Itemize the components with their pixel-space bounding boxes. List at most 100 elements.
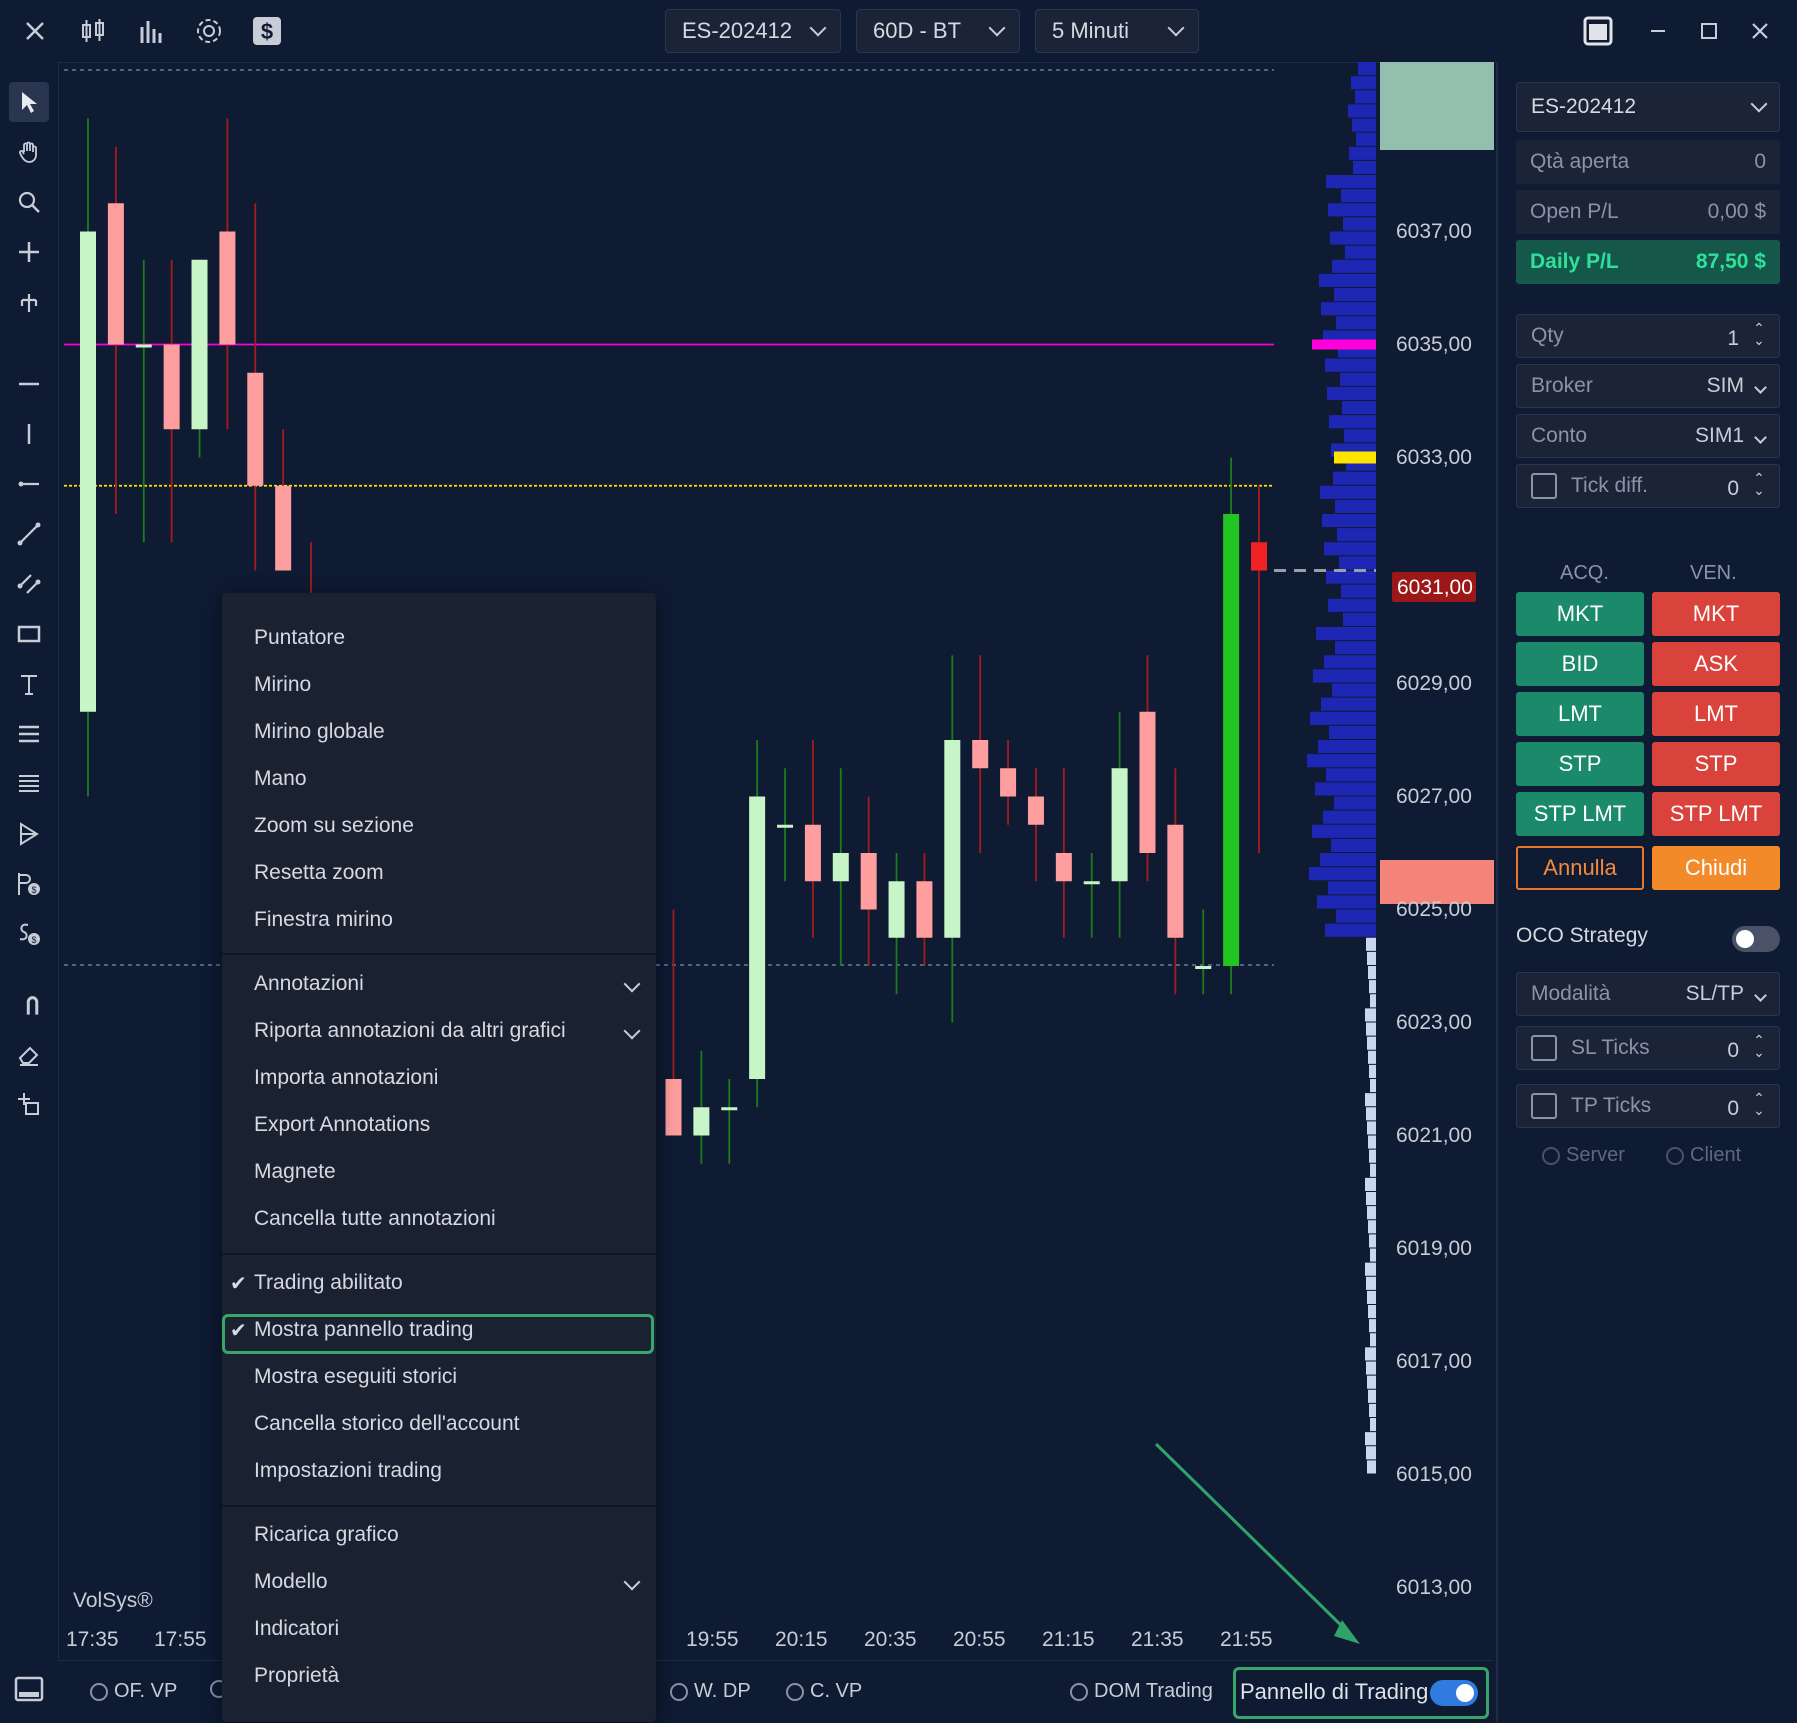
account-dropdown[interactable]: Conto SIM1	[1516, 414, 1780, 458]
add-layer-icon[interactable]	[9, 1084, 49, 1124]
menu-item[interactable]: Export Annotations	[254, 1113, 430, 1137]
menu-item[interactable]: Proprietà	[254, 1664, 339, 1688]
tick-diff-stepper[interactable]: Tick diff. 0 ⌃ ⌄	[1516, 464, 1780, 508]
rectangle-tool-icon[interactable]	[9, 614, 49, 654]
dollar-icon[interactable]: $	[250, 14, 284, 48]
sl-ticks-checkbox[interactable]	[1531, 1035, 1557, 1061]
volume-bar	[1367, 1121, 1376, 1135]
terminal-panel-icon[interactable]	[9, 1670, 49, 1710]
cancel-orders-button[interactable]: Annulla	[1516, 846, 1644, 890]
qty-stepper[interactable]: Qty 1 ⌃ ⌄	[1516, 314, 1780, 358]
maximize-icon[interactable]	[1692, 14, 1726, 48]
volume-bar	[1369, 1319, 1376, 1333]
menu-item[interactable]: Mostra eseguiti storici	[254, 1365, 457, 1389]
sell-ask-button[interactable]: ASK	[1652, 642, 1780, 686]
ray-tool-icon[interactable]	[9, 464, 49, 504]
trend-line-tool-icon[interactable]	[9, 514, 49, 554]
hand-tool-icon[interactable]	[9, 132, 49, 172]
server-radio[interactable]: Server	[1542, 1144, 1625, 1167]
range-dropdown[interactable]: 60D - BT	[856, 9, 1020, 53]
close-position-button[interactable]: Chiudi	[1652, 846, 1780, 890]
volume-bar	[1329, 725, 1376, 739]
crosshair-tool-icon[interactable]	[9, 232, 49, 272]
sl-ticks-stepper[interactable]: SL Ticks 0 ⌃ ⌄	[1516, 1026, 1780, 1070]
text-tool-icon[interactable]	[9, 664, 49, 704]
menu-item[interactable]: Indicatori	[254, 1617, 339, 1641]
fib-extension-tool-icon[interactable]	[9, 764, 49, 804]
panel-toggle-icon[interactable]	[1581, 14, 1615, 48]
open-pl-label: Open P/L	[1530, 200, 1619, 223]
tp-ticks-label: TP Ticks	[1571, 1093, 1652, 1117]
zoom-tool-icon[interactable]	[9, 182, 49, 222]
tp-ticks-stepper[interactable]: TP Ticks 0 ⌃ ⌄	[1516, 1084, 1780, 1128]
buy-stp-lmt-button[interactable]: STP LMT	[1516, 792, 1644, 836]
broker-dropdown[interactable]: Broker SIM	[1516, 364, 1780, 408]
menu-item[interactable]: Trading abilitato	[254, 1271, 403, 1295]
mode-dropdown[interactable]: Modalità SL/TP	[1516, 972, 1780, 1016]
tp-ticks-checkbox[interactable]	[1531, 1093, 1557, 1119]
close-window-icon[interactable]	[1743, 14, 1777, 48]
volume-bar	[1370, 1079, 1376, 1093]
client-radio[interactable]: Client	[1666, 1144, 1741, 1167]
close-chart-icon[interactable]	[18, 14, 52, 48]
buy-stp-button[interactable]: STP	[1516, 742, 1644, 786]
spinner-icon[interactable]: ⌃ ⌄	[1753, 321, 1765, 347]
panel-symbol-dropdown[interactable]: ES-202412	[1516, 82, 1780, 132]
price-axis[interactable]: 6037,00 6035,00 6033,00 6029,00 6027,00 6025,…	[1380, 62, 1494, 1644]
of-vp-toggle[interactable]: OF. VP	[90, 1680, 177, 1703]
short-position-tool-icon[interactable]: $	[9, 914, 49, 954]
horizontal-line-tool-icon[interactable]	[9, 364, 49, 404]
tick-diff-checkbox[interactable]	[1531, 473, 1557, 499]
settings-gear-icon[interactable]	[192, 14, 226, 48]
volume-bar	[1335, 641, 1376, 655]
vertical-line-tool-icon[interactable]	[9, 414, 49, 454]
menu-item[interactable]: Modello	[254, 1570, 328, 1594]
volume-bar	[1365, 1262, 1376, 1276]
fibonacci-tool-icon[interactable]	[9, 714, 49, 754]
sell-stp-button[interactable]: STP	[1652, 742, 1780, 786]
timeframe-dropdown[interactable]: 5 Minuti	[1035, 9, 1199, 53]
menu-item[interactable]: Mirino globale	[254, 720, 385, 744]
long-position-tool-icon[interactable]: $	[9, 864, 49, 904]
eraser-icon[interactable]	[9, 1034, 49, 1074]
menu-item[interactable]: Impostazioni trading	[254, 1459, 442, 1483]
buy-mkt-button[interactable]: MKT	[1516, 592, 1644, 636]
sell-mkt-button[interactable]: MKT	[1652, 592, 1780, 636]
trading-panel-switch[interactable]	[1430, 1680, 1478, 1706]
sell-stp-lmt-button[interactable]: STP LMT	[1652, 792, 1780, 836]
menu-item[interactable]: Importa annotazioni	[254, 1066, 438, 1090]
menu-item[interactable]: Mano	[254, 767, 307, 791]
menu-item[interactable]: Cancella tutte annotazioni	[254, 1207, 496, 1231]
menu-item[interactable]: Finestra mirino	[254, 908, 393, 932]
pointer-tool-icon[interactable]	[9, 82, 49, 122]
menu-item[interactable]: Zoom su sezione	[254, 814, 414, 838]
menu-item[interactable]: Cancella storico dell'account	[254, 1412, 519, 1436]
c-vp-toggle[interactable]: C. VP	[786, 1680, 862, 1703]
magnet-icon[interactable]	[9, 984, 49, 1024]
channel-tool-icon[interactable]	[9, 564, 49, 604]
menu-item[interactable]: Resetta zoom	[254, 861, 384, 885]
menu-item[interactable]: Puntatore	[254, 626, 345, 650]
bar-chart-icon[interactable]	[134, 14, 168, 48]
anchor-tool-icon[interactable]	[9, 282, 49, 322]
volume-bar	[1327, 386, 1376, 400]
w-dp-toggle[interactable]: W. DP	[670, 1680, 751, 1703]
oco-strategy-switch[interactable]	[1732, 926, 1780, 952]
menu-item[interactable]: Mirino	[254, 673, 311, 697]
menu-item[interactable]: Mostra pannello trading	[254, 1318, 473, 1342]
minimize-icon[interactable]	[1641, 14, 1675, 48]
dom-trading-toggle[interactable]: DOM Trading	[1070, 1680, 1213, 1703]
pitchfork-tool-icon[interactable]	[9, 814, 49, 854]
buy-lmt-button[interactable]: LMT	[1516, 692, 1644, 736]
menu-item[interactable]: Riporta annotazioni da altri grafici	[254, 1019, 566, 1043]
sell-lmt-button[interactable]: LMT	[1652, 692, 1780, 736]
menu-item[interactable]: Annotazioni	[254, 972, 364, 996]
spinner-icon[interactable]: ⌃ ⌄	[1753, 1091, 1765, 1117]
menu-item[interactable]: Ricarica grafico	[254, 1523, 399, 1547]
menu-item[interactable]: Magnete	[254, 1160, 336, 1184]
spinner-icon[interactable]: ⌃ ⌄	[1753, 1033, 1765, 1059]
spinner-icon[interactable]: ⌃ ⌄	[1753, 471, 1765, 497]
buy-bid-button[interactable]: BID	[1516, 642, 1644, 686]
symbol-dropdown[interactable]: ES-202412	[665, 9, 841, 53]
candlestick-icon[interactable]	[76, 14, 110, 48]
